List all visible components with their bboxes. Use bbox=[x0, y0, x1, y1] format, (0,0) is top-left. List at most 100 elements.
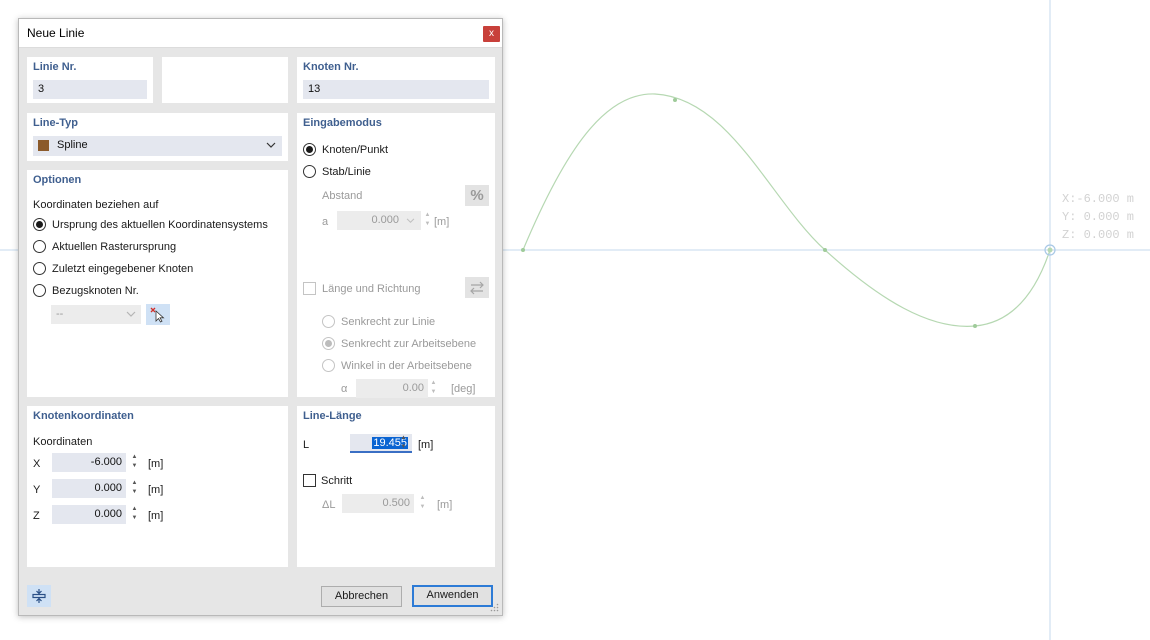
align-center-icon bbox=[32, 589, 46, 603]
spline-swatch-icon bbox=[38, 140, 49, 151]
dialog-title: Neue Linie bbox=[27, 26, 85, 40]
y-coordinate-input[interactable]: 0.000 bbox=[52, 479, 126, 498]
alpha-unit: [deg] bbox=[451, 383, 476, 395]
z-coordinate-input[interactable]: 0.000 bbox=[52, 505, 126, 524]
options-title: Optionen bbox=[33, 174, 82, 186]
radio-label: Ursprung des aktuellen Koordinatensystem… bbox=[52, 219, 268, 231]
y-label: Y bbox=[33, 484, 41, 496]
x-label: X bbox=[33, 458, 41, 470]
align-button[interactable] bbox=[27, 585, 51, 607]
node-coords-title: Knotenkoordinaten bbox=[33, 410, 134, 422]
spline-curve[interactable] bbox=[522, 93, 1051, 327]
line-length-title: Line-Länge bbox=[303, 410, 362, 422]
step-label: Schritt bbox=[321, 475, 353, 487]
spline-node[interactable] bbox=[973, 324, 977, 328]
radio-node-point[interactable] bbox=[303, 143, 316, 156]
readout-y: Y: 0.000 m bbox=[1062, 210, 1135, 224]
dialog-titlebar[interactable]: Neue Linie bbox=[19, 19, 502, 48]
radio-label: Senkrecht zur Linie bbox=[341, 316, 436, 328]
alpha-spinner[interactable]: ▲ ▼ bbox=[429, 379, 438, 398]
a-value: 0.000 bbox=[371, 214, 399, 226]
cursor-node-dot bbox=[1047, 247, 1053, 253]
distance-label: Abstand bbox=[322, 190, 363, 202]
resize-grip-icon[interactable] bbox=[490, 603, 499, 612]
line-no-label: Linie Nr. bbox=[33, 61, 77, 73]
radio-label: Knoten/Punkt bbox=[322, 144, 389, 156]
new-line-dialog: Neue Linie x Linie Nr. 3 Knoten Nr. 13 L… bbox=[18, 18, 503, 616]
line-length-panel: Line-Länge L 19.455 ▲ ▼ [m] Schritt ΔL 0.… bbox=[297, 406, 495, 567]
a-unit: [m] bbox=[434, 216, 450, 228]
close-button[interactable]: x bbox=[483, 26, 500, 42]
radio-label: Winkel in der Arbeitsebene bbox=[341, 360, 472, 372]
options-panel: Optionen Koordinaten beziehen auf Urspru… bbox=[27, 170, 288, 397]
radio-last-node[interactable] bbox=[33, 262, 46, 275]
z-label: Z bbox=[33, 510, 40, 522]
step-unit: [m] bbox=[437, 499, 453, 511]
y-spinner[interactable]: ▲ ▼ bbox=[130, 479, 139, 498]
alpha-input[interactable]: 0.00 bbox=[356, 379, 428, 398]
radio-perp-to-workplane[interactable] bbox=[322, 337, 335, 350]
radio-origin-current-cs[interactable] bbox=[33, 218, 46, 231]
step-spinner[interactable]: ▲ ▼ bbox=[418, 494, 427, 513]
dl-label: ΔL bbox=[322, 499, 336, 511]
length-spinner[interactable]: ▲ ▼ bbox=[399, 434, 408, 453]
y-unit: [m] bbox=[148, 484, 164, 496]
z-unit: [m] bbox=[148, 510, 164, 522]
line-type-label: Line-Typ bbox=[33, 117, 79, 129]
line-type-panel: Line-Typ Spline bbox=[27, 113, 288, 161]
chevron-down-icon bbox=[126, 311, 136, 317]
pick-node-button[interactable] bbox=[146, 304, 170, 325]
direction-button[interactable] bbox=[465, 277, 489, 298]
chevron-down-icon bbox=[266, 142, 276, 148]
a-spinner[interactable]: ▲ ▼ bbox=[423, 211, 432, 230]
readout-z: Z: 0.000 m bbox=[1062, 228, 1135, 242]
radio-label: Bezugsknoten Nr. bbox=[52, 285, 139, 297]
spline-node[interactable] bbox=[673, 98, 677, 102]
node-no-input[interactable]: 13 bbox=[303, 80, 489, 99]
percent-button[interactable]: % bbox=[465, 185, 489, 206]
node-no-label: Knoten Nr. bbox=[303, 61, 359, 73]
a-label: a bbox=[322, 216, 329, 228]
length-direction-checkbox[interactable] bbox=[303, 282, 316, 295]
spline-node[interactable] bbox=[521, 248, 525, 252]
a-input[interactable]: 0.000 bbox=[337, 211, 421, 230]
length-direction-label: Länge und Richtung bbox=[322, 283, 421, 295]
spline-node[interactable] bbox=[823, 248, 827, 252]
percent-icon: % bbox=[470, 187, 484, 204]
x-spinner[interactable]: ▲ ▼ bbox=[130, 453, 139, 472]
pick-cursor-icon bbox=[150, 307, 165, 323]
reference-node-select[interactable]: -- bbox=[51, 305, 141, 324]
x-coordinate-input[interactable]: -6.000 bbox=[52, 453, 126, 472]
line-no-panel: Linie Nr. 3 bbox=[27, 57, 153, 103]
radio-member-line[interactable] bbox=[303, 165, 316, 178]
radio-label: Stab/Linie bbox=[322, 166, 371, 178]
step-checkbox[interactable] bbox=[303, 474, 316, 487]
input-mode-panel: Eingabemodus Knoten/Punkt Stab/Linie Abs… bbox=[297, 113, 495, 398]
coordinate-readout: X:-6.000 m Y: 0.000 m Z: 0.000 m bbox=[1062, 190, 1134, 244]
radio-label: Senkrecht zur Arbeitsebene bbox=[341, 338, 477, 350]
radio-perp-to-line[interactable] bbox=[322, 315, 335, 328]
radio-label: Zuletzt eingegebener Knoten bbox=[52, 263, 194, 275]
cancel-button[interactable]: Abbrechen bbox=[321, 586, 402, 607]
line-type-select[interactable]: Spline bbox=[33, 136, 282, 156]
reference-node-value: -- bbox=[56, 308, 64, 320]
radio-grid-origin[interactable] bbox=[33, 240, 46, 253]
radio-reference-node[interactable] bbox=[33, 284, 46, 297]
radio-label: Aktuellen Rasterursprung bbox=[52, 241, 177, 253]
z-spinner[interactable]: ▲ ▼ bbox=[130, 505, 139, 524]
l-label: L bbox=[303, 439, 310, 451]
empty-panel bbox=[162, 57, 288, 103]
line-no-input[interactable]: 3 bbox=[33, 80, 147, 99]
x-unit: [m] bbox=[148, 458, 164, 470]
step-input[interactable]: 0.500 bbox=[342, 494, 414, 513]
input-mode-title: Eingabemodus bbox=[303, 117, 382, 129]
line-type-value: Spline bbox=[57, 139, 88, 151]
options-subtitle: Koordinaten beziehen auf bbox=[33, 199, 159, 211]
length-unit: [m] bbox=[418, 439, 434, 451]
alpha-label: α bbox=[341, 383, 348, 395]
apply-button[interactable]: Anwenden bbox=[412, 585, 493, 607]
swap-direction-icon bbox=[470, 281, 484, 294]
chevron-down-icon bbox=[406, 218, 415, 224]
node-coords-subtitle: Koordinaten bbox=[33, 436, 93, 448]
radio-angle-in-workplane[interactable] bbox=[322, 359, 335, 372]
